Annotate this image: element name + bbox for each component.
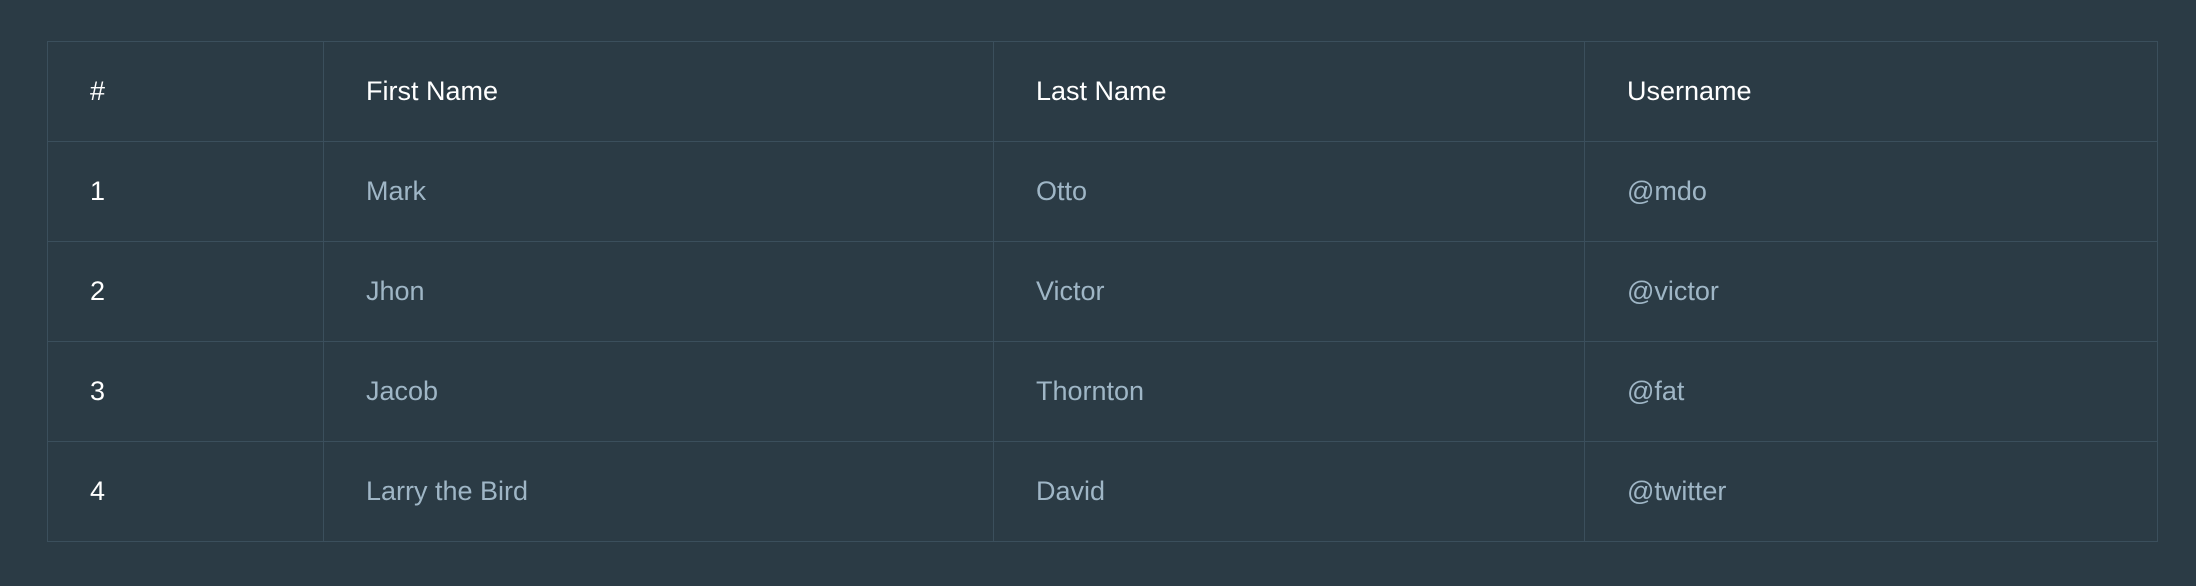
column-header-username: Username xyxy=(1584,41,2158,142)
users-table: # First Name Last Name Username 1 Mark O… xyxy=(47,41,2158,542)
table-row: 4 Larry the Bird David @twitter xyxy=(47,441,2158,542)
username-cell: @mdo xyxy=(1584,141,2158,242)
first-name-cell: Larry the Bird xyxy=(323,441,994,542)
column-header-first-name: First Name xyxy=(323,41,994,142)
first-name-cell: Mark xyxy=(323,141,994,242)
first-name-cell: Jacob xyxy=(323,341,994,442)
row-index-cell: 1 xyxy=(47,141,324,242)
row-index-cell: 4 xyxy=(47,441,324,542)
first-name-cell: Jhon xyxy=(323,241,994,342)
table-row: 2 Jhon Victor @victor xyxy=(47,241,2158,342)
users-table-container: # First Name Last Name Username 1 Mark O… xyxy=(47,41,2158,542)
last-name-cell: Victor xyxy=(993,241,1585,342)
username-cell: @twitter xyxy=(1584,441,2158,542)
table-row: 3 Jacob Thornton @fat xyxy=(47,341,2158,442)
last-name-cell: David xyxy=(993,441,1585,542)
table-header-row: # First Name Last Name Username xyxy=(47,41,2158,142)
last-name-cell: Thornton xyxy=(993,341,1585,442)
table-row: 1 Mark Otto @mdo xyxy=(47,141,2158,242)
last-name-cell: Otto xyxy=(993,141,1585,242)
username-cell: @victor xyxy=(1584,241,2158,342)
row-index-cell: 2 xyxy=(47,241,324,342)
column-header-last-name: Last Name xyxy=(993,41,1585,142)
column-header-index: # xyxy=(47,41,324,142)
row-index-cell: 3 xyxy=(47,341,324,442)
username-cell: @fat xyxy=(1584,341,2158,442)
